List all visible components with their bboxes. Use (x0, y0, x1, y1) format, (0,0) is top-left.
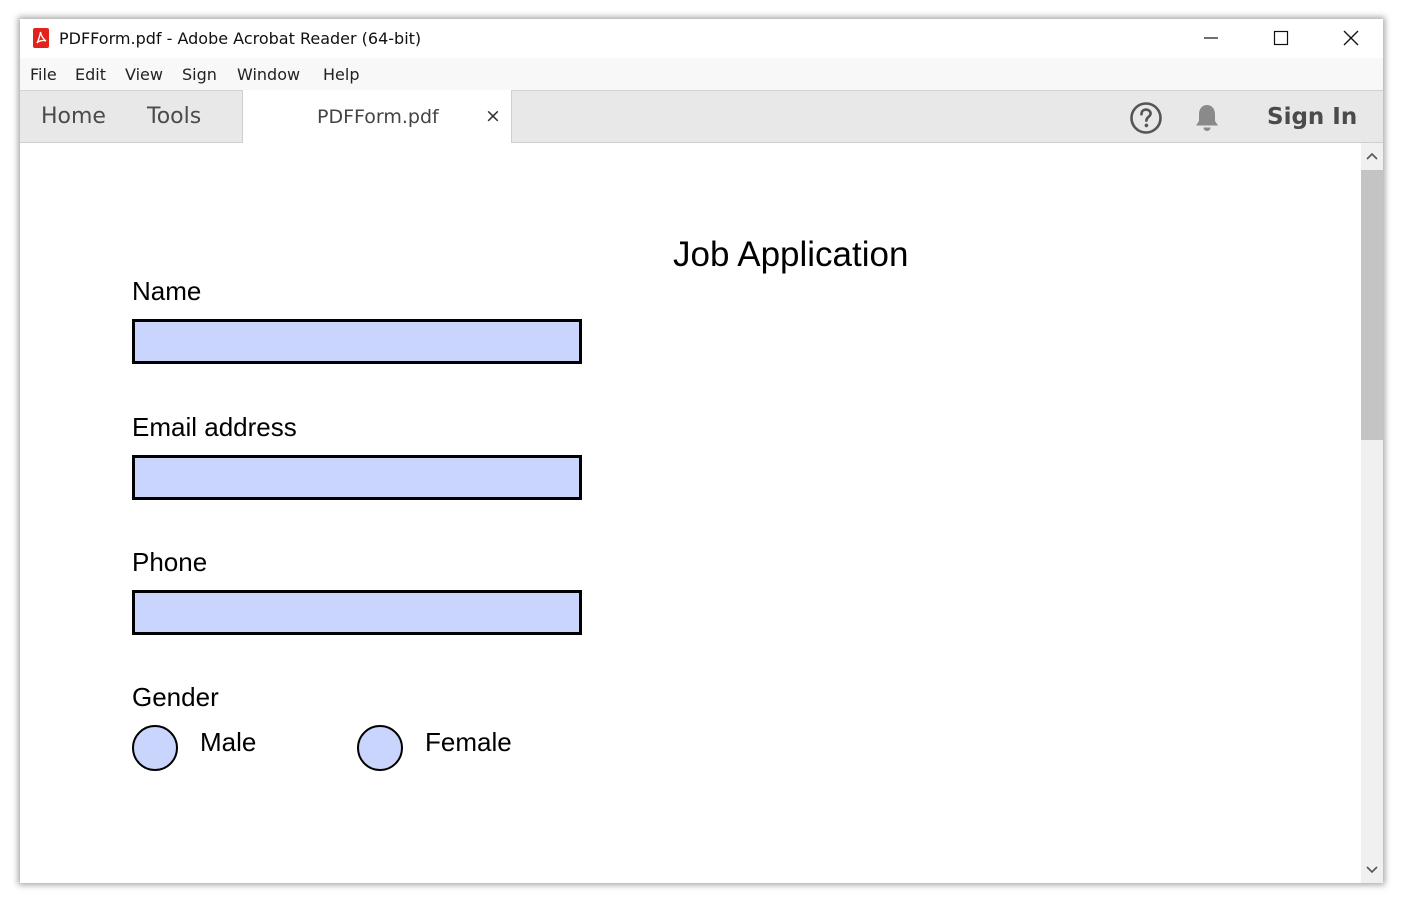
close-icon (1343, 30, 1359, 46)
tab-home[interactable]: Home (41, 91, 106, 142)
help-button[interactable] (1129, 101, 1163, 140)
minimize-icon (1204, 37, 1218, 39)
vertical-scrollbar[interactable] (1361, 143, 1383, 883)
tab-bar: Home Tools PDFForm.pdf × Sign In (20, 90, 1383, 144)
scroll-down-button[interactable] (1361, 857, 1383, 883)
menu-bar: File Edit View Sign Window Help (20, 58, 1383, 90)
maximize-button[interactable] (1246, 19, 1316, 58)
acrobat-pdf-icon (31, 27, 51, 49)
male-radio-label: Male (200, 727, 257, 757)
bell-icon (1196, 105, 1218, 131)
form-title: Job Application (673, 235, 909, 274)
menu-view[interactable]: View (125, 58, 163, 92)
chevron-down-icon (1366, 866, 1378, 874)
email-label: Email address (132, 412, 297, 442)
menu-file[interactable]: File (30, 58, 57, 92)
name-label: Name (132, 276, 202, 306)
chevron-up-icon (1366, 152, 1378, 160)
acrobat-window: PDFForm.pdf - Adobe Acrobat Reader (64-b… (20, 19, 1383, 883)
phone-field[interactable] (132, 590, 582, 635)
menu-sign[interactable]: Sign (182, 58, 217, 92)
tab-document[interactable]: PDFForm.pdf × (242, 90, 512, 144)
document-page: Job Application Name Email address Phone… (20, 143, 1361, 883)
close-window-button[interactable] (1316, 19, 1383, 58)
female-radio[interactable] (357, 725, 403, 771)
help-icon (1130, 102, 1162, 134)
minimize-button[interactable] (1176, 19, 1246, 58)
document-tab-label: PDFForm.pdf (317, 106, 439, 128)
maximize-icon (1273, 30, 1289, 46)
window-title: PDFForm.pdf - Adobe Acrobat Reader (64-b… (59, 29, 422, 48)
notifications-button[interactable] (1192, 102, 1222, 139)
close-tab-button[interactable]: × (485, 90, 501, 142)
female-radio-label: Female (425, 727, 512, 757)
menu-window[interactable]: Window (237, 58, 300, 92)
male-radio[interactable] (132, 725, 178, 771)
tab-tools[interactable]: Tools (147, 91, 201, 142)
email-field[interactable] (132, 455, 582, 500)
scroll-up-button[interactable] (1361, 143, 1383, 169)
scrollbar-thumb[interactable] (1361, 170, 1383, 440)
sign-in-button[interactable]: Sign In (1267, 91, 1357, 143)
title-bar: PDFForm.pdf - Adobe Acrobat Reader (64-b… (20, 19, 1383, 58)
phone-label: Phone (132, 547, 208, 577)
menu-help[interactable]: Help (323, 58, 359, 92)
gender-label: Gender (132, 682, 219, 712)
name-field[interactable] (132, 319, 582, 364)
menu-edit[interactable]: Edit (75, 58, 106, 92)
